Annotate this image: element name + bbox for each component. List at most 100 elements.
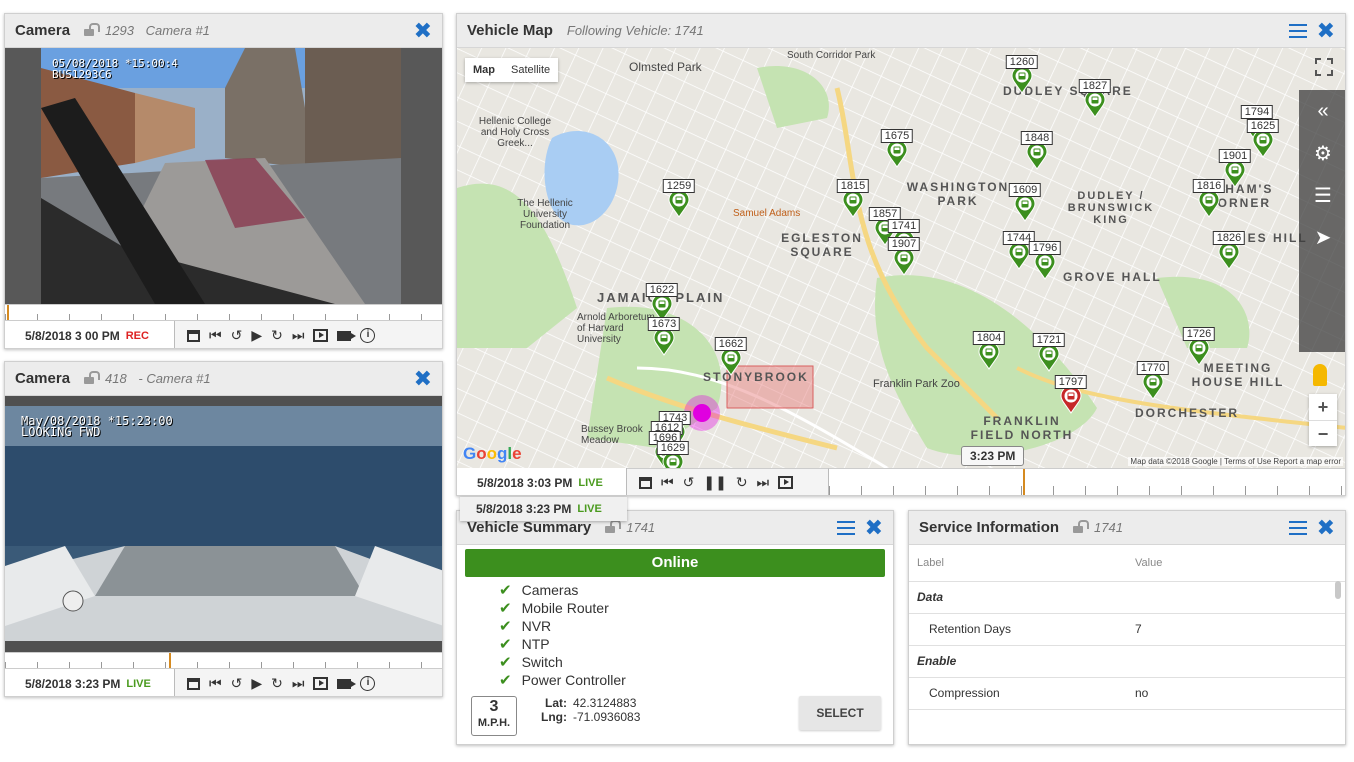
timeline-time-bubble: 3:23 PM — [961, 446, 1025, 466]
timeline-cursor[interactable] — [7, 305, 9, 320]
time-dropdown[interactable]: 5/8/2018 3:23 PM LIVE — [460, 497, 627, 521]
dropdown-time-option[interactable]: 5/8/2018 3:23 PM — [476, 502, 571, 516]
vehicle-marker[interactable]: 1609 — [1008, 183, 1042, 227]
video-camera-icon[interactable] — [337, 330, 357, 341]
rewind-icon[interactable]: ↺ — [683, 474, 695, 491]
vehicle-marker[interactable]: 1744 — [1002, 231, 1036, 275]
skip-back-icon[interactable]: ⏮ — [661, 474, 674, 491]
vehicle-marker[interactable]: 1625 — [1246, 119, 1280, 163]
bus-marker-icon — [1034, 251, 1056, 280]
bus-marker-icon — [1060, 385, 1082, 414]
camera-video-feed[interactable]: 05/08/2018 *15:00:4 BUS1293C6 — [5, 48, 442, 304]
timeline-cursor[interactable] — [169, 653, 171, 668]
menu-icon[interactable] — [1288, 521, 1307, 535]
map-attribution[interactable]: Map data ©2018 Google | Terms of Use Rep… — [1128, 457, 1343, 466]
place-label: South Corridor Park — [787, 50, 876, 61]
forward-icon[interactable]: ↻ — [736, 474, 748, 491]
info-icon[interactable]: i — [360, 328, 376, 343]
camera-id: 1293 — [105, 23, 134, 38]
play-icon[interactable]: ▶ — [251, 675, 262, 692]
row-value: no — [1127, 677, 1345, 710]
vehicle-marker[interactable]: 1675 — [880, 129, 914, 173]
place-label: EGLESTON SQUARE — [781, 231, 863, 259]
skip-forward-icon[interactable]: ⏭ — [757, 474, 770, 491]
vehicle-marker[interactable]: 1804 — [972, 331, 1006, 375]
vehicle-marker[interactable]: 1901 — [1218, 149, 1252, 193]
pause-icon[interactable]: ❚❚ — [703, 474, 726, 491]
vehicle-marker[interactable]: 1826 — [1212, 231, 1246, 275]
play-icon[interactable]: ▶ — [251, 327, 262, 344]
vehicle-marker[interactable]: 1721 — [1032, 333, 1066, 377]
vehicle-marker[interactable]: 1827 — [1078, 79, 1112, 123]
vehicle-marker[interactable]: 1815 — [836, 179, 870, 223]
map-timeline[interactable] — [829, 468, 1345, 495]
video-timeline[interactable] — [5, 304, 442, 320]
checkmark-icon: ✔ — [499, 582, 512, 599]
menu-icon[interactable] — [836, 521, 855, 535]
live-icon[interactable] — [313, 677, 329, 690]
vehicle-marker[interactable]: 1259 — [662, 179, 696, 223]
speed-unit: M.P.H. — [477, 717, 511, 729]
info-icon[interactable]: i — [360, 676, 376, 691]
bus-marker-icon — [1014, 193, 1036, 222]
vehicle-marker[interactable]: 1662 — [714, 337, 748, 381]
close-icon[interactable]: ✖ — [1317, 20, 1335, 42]
vehicle-id-label: 1826 — [1212, 231, 1246, 245]
vehicle-marker[interactable]: 1770 — [1136, 361, 1170, 405]
map-canvas[interactable]: Map Satellite Olmsted Park Hellenic Coll… — [457, 48, 1345, 468]
vehicle-marker[interactable]: 1816 — [1192, 179, 1226, 223]
navigate-icon[interactable]: ➤ — [1299, 216, 1345, 258]
vehicle-marker[interactable]: 1796 — [1028, 241, 1062, 285]
vehicle-id: 1741 — [626, 520, 656, 535]
close-icon[interactable]: ✖ — [1317, 517, 1335, 539]
live-icon[interactable] — [778, 476, 794, 489]
calendar-icon[interactable] — [187, 329, 200, 342]
rewind-icon[interactable]: ↺ — [231, 675, 243, 692]
skip-forward-icon[interactable]: ⏭ — [292, 675, 305, 692]
collapse-icon[interactable]: « — [1299, 90, 1345, 132]
video-timeline[interactable] — [5, 652, 442, 668]
skip-forward-icon[interactable]: ⏭ — [292, 327, 305, 344]
vehicle-marker[interactable]: 1629 — [656, 441, 690, 468]
vehicle-marker[interactable]: 1260 — [1005, 55, 1039, 99]
forward-icon[interactable]: ↻ — [271, 675, 283, 692]
table-row[interactable]: Compression no — [909, 677, 1345, 710]
select-button[interactable]: SELECT — [799, 696, 881, 730]
vehicle-id-label: 1796 — [1028, 241, 1062, 255]
vehicle-marker[interactable]: 1907 — [887, 237, 921, 281]
timeline-cursor[interactable] — [1023, 469, 1025, 495]
checkmark-icon: ✔ — [499, 672, 512, 689]
zoom-in-button[interactable]: + — [1309, 394, 1337, 420]
zoom-out-button[interactable]: − — [1309, 420, 1337, 446]
skip-back-icon[interactable]: ⏮ — [209, 675, 222, 692]
vehicle-marker[interactable]: 1797 — [1054, 375, 1088, 419]
list-icon[interactable]: ☰ — [1299, 174, 1345, 216]
video-camera-icon[interactable] — [337, 678, 357, 689]
section-header: Data — [909, 581, 1345, 614]
menu-icon[interactable] — [1288, 24, 1307, 38]
rewind-icon[interactable]: ↺ — [231, 327, 243, 344]
settings-icon[interactable]: ⚙ — [1299, 132, 1345, 174]
camera-video-feed[interactable]: May/08/2018 *15:23:00 LOOKING FWD — [5, 396, 442, 652]
camera-panel-header: Camera 418 - Camera #1 ✖ — [5, 362, 442, 396]
street-view-pegman-icon[interactable] — [1313, 364, 1327, 386]
lock-icon — [1073, 520, 1090, 533]
vehicle-marker[interactable]: 1726 — [1182, 327, 1216, 371]
health-check-label: NTP — [521, 636, 550, 652]
calendar-icon[interactable] — [187, 677, 200, 690]
table-row[interactable]: Retention Days 7 — [909, 613, 1345, 646]
satellite-view-button[interactable]: Satellite — [503, 58, 558, 82]
map-view-button[interactable]: Map — [465, 58, 503, 82]
calendar-icon[interactable] — [639, 476, 652, 489]
vehicle-marker[interactable]: 1848 — [1020, 131, 1054, 175]
scrollbar[interactable] — [1335, 581, 1341, 599]
forward-icon[interactable]: ↻ — [271, 327, 283, 344]
close-icon[interactable]: ✖ — [865, 517, 883, 539]
skip-back-icon[interactable]: ⏮ — [209, 327, 222, 344]
live-icon[interactable] — [313, 329, 329, 342]
close-icon[interactable]: ✖ — [414, 20, 432, 42]
vehicle-marker[interactable]: 1673 — [647, 317, 681, 361]
playback-time: 5/8/2018 3:23 PM — [25, 676, 121, 691]
close-icon[interactable]: ✖ — [414, 368, 432, 390]
fullscreen-icon[interactable] — [1315, 58, 1333, 76]
